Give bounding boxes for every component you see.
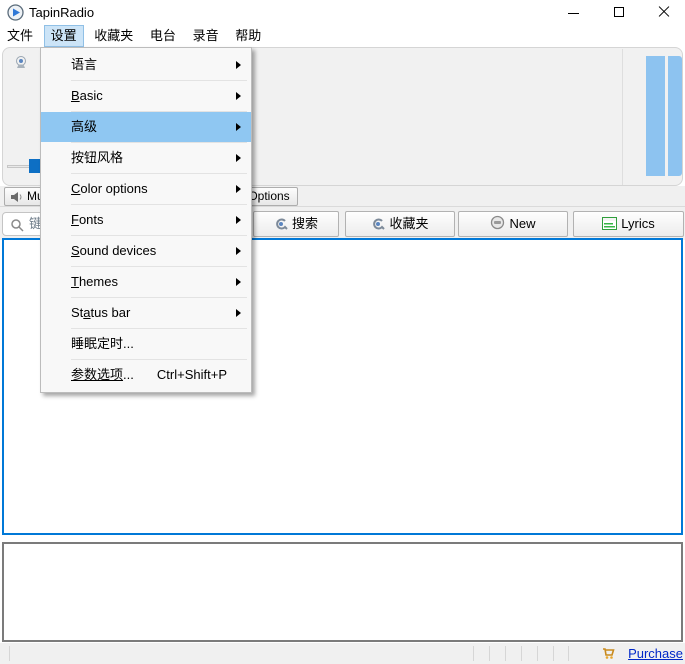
options-label: Options	[248, 189, 289, 203]
submenu-arrow-icon	[236, 92, 241, 100]
close-button[interactable]	[644, 0, 684, 25]
submenu-arrow-icon	[236, 154, 241, 162]
menu-item-basic[interactable]: Basic	[41, 81, 251, 111]
tuner-icon	[371, 214, 385, 238]
statusbar: Purchase	[0, 643, 685, 664]
menu-item-sound-devices[interactable]: Sound devices	[41, 236, 251, 266]
statusbar-separator	[505, 646, 506, 661]
menu-help[interactable]: 帮助	[229, 25, 267, 47]
tapinradio-window: TapinRadio 文件 设置 收藏夹 电台 录音 帮助	[0, 0, 685, 664]
submenu-arrow-icon	[236, 247, 241, 255]
vu-meter-left	[646, 56, 665, 176]
menu-item-options[interactable]: 参数选项... Ctrl+Shift+P	[41, 360, 251, 390]
dial-icon	[490, 214, 505, 238]
favorites-button[interactable]: 收藏夹	[345, 211, 455, 237]
statusbar-separator	[537, 646, 538, 661]
window-title: TapinRadio	[29, 0, 94, 25]
lyrics-button-label: Lyrics	[621, 216, 654, 231]
submenu-arrow-icon	[236, 123, 241, 131]
close-icon	[658, 6, 670, 18]
search-icon	[10, 218, 24, 232]
menu-shortcut: Ctrl+Shift+P	[157, 360, 227, 390]
settings-dropdown-menu: 语言 Basic 高级 按钮风格 Color options Fonts	[40, 47, 252, 393]
lyrics-button[interactable]: Lyrics	[573, 211, 684, 237]
menu-favorites[interactable]: 收藏夹	[88, 25, 139, 47]
menu-item-button-style[interactable]: 按钮风格	[41, 143, 251, 173]
submenu-arrow-icon	[236, 309, 241, 317]
statusbar-separator	[553, 646, 554, 661]
menu-settings[interactable]: 设置	[44, 25, 84, 47]
tuner-icon	[274, 214, 288, 238]
submenu-arrow-icon	[236, 278, 241, 286]
menu-item-language[interactable]: 语言	[41, 50, 251, 80]
statusbar-separator	[521, 646, 522, 661]
menu-item-status-bar[interactable]: Status bar	[41, 298, 251, 328]
bottom-info-panel	[2, 542, 683, 642]
menubar: 文件 设置 收藏夹 电台 录音 帮助	[0, 25, 685, 47]
lyrics-icon	[602, 214, 617, 238]
minimize-button[interactable]	[553, 0, 593, 25]
statusbar-separator	[489, 646, 490, 661]
statusbar-separator	[473, 646, 474, 661]
radio-icon	[13, 55, 29, 71]
menu-file[interactable]: 文件	[1, 25, 39, 47]
player-divider	[622, 49, 623, 185]
titlebar: TapinRadio	[0, 0, 685, 25]
minimize-icon	[568, 13, 579, 14]
favorites-button-label: 收藏夹	[389, 216, 428, 231]
menu-item-advanced[interactable]: 高级	[41, 112, 251, 142]
purchase-link[interactable]: Purchase	[628, 645, 683, 662]
statusbar-separator	[9, 646, 10, 661]
menu-item-fonts[interactable]: Fonts	[41, 205, 251, 235]
menu-stations[interactable]: 电台	[144, 25, 182, 47]
menu-item-color-options[interactable]: Color options	[41, 174, 251, 204]
play-circle-icon	[7, 4, 24, 21]
buy-icon	[601, 646, 615, 660]
vu-meter-right	[668, 56, 682, 176]
search-button[interactable]: 搜索	[253, 211, 339, 237]
statusbar-separator	[568, 646, 569, 661]
menu-item-sleep-timer[interactable]: 睡眠定时...	[41, 329, 251, 359]
submenu-arrow-icon	[236, 216, 241, 224]
submenu-arrow-icon	[236, 185, 241, 193]
menu-item-themes[interactable]: Themes	[41, 267, 251, 297]
new-button[interactable]: New	[458, 211, 568, 237]
submenu-arrow-icon	[236, 61, 241, 69]
maximize-icon	[614, 7, 624, 17]
speaker-icon	[10, 191, 24, 203]
new-button-label: New	[509, 216, 535, 231]
maximize-button[interactable]	[599, 0, 639, 25]
search-button-label: 搜索	[292, 216, 318, 231]
menu-recording[interactable]: 录音	[187, 25, 225, 47]
